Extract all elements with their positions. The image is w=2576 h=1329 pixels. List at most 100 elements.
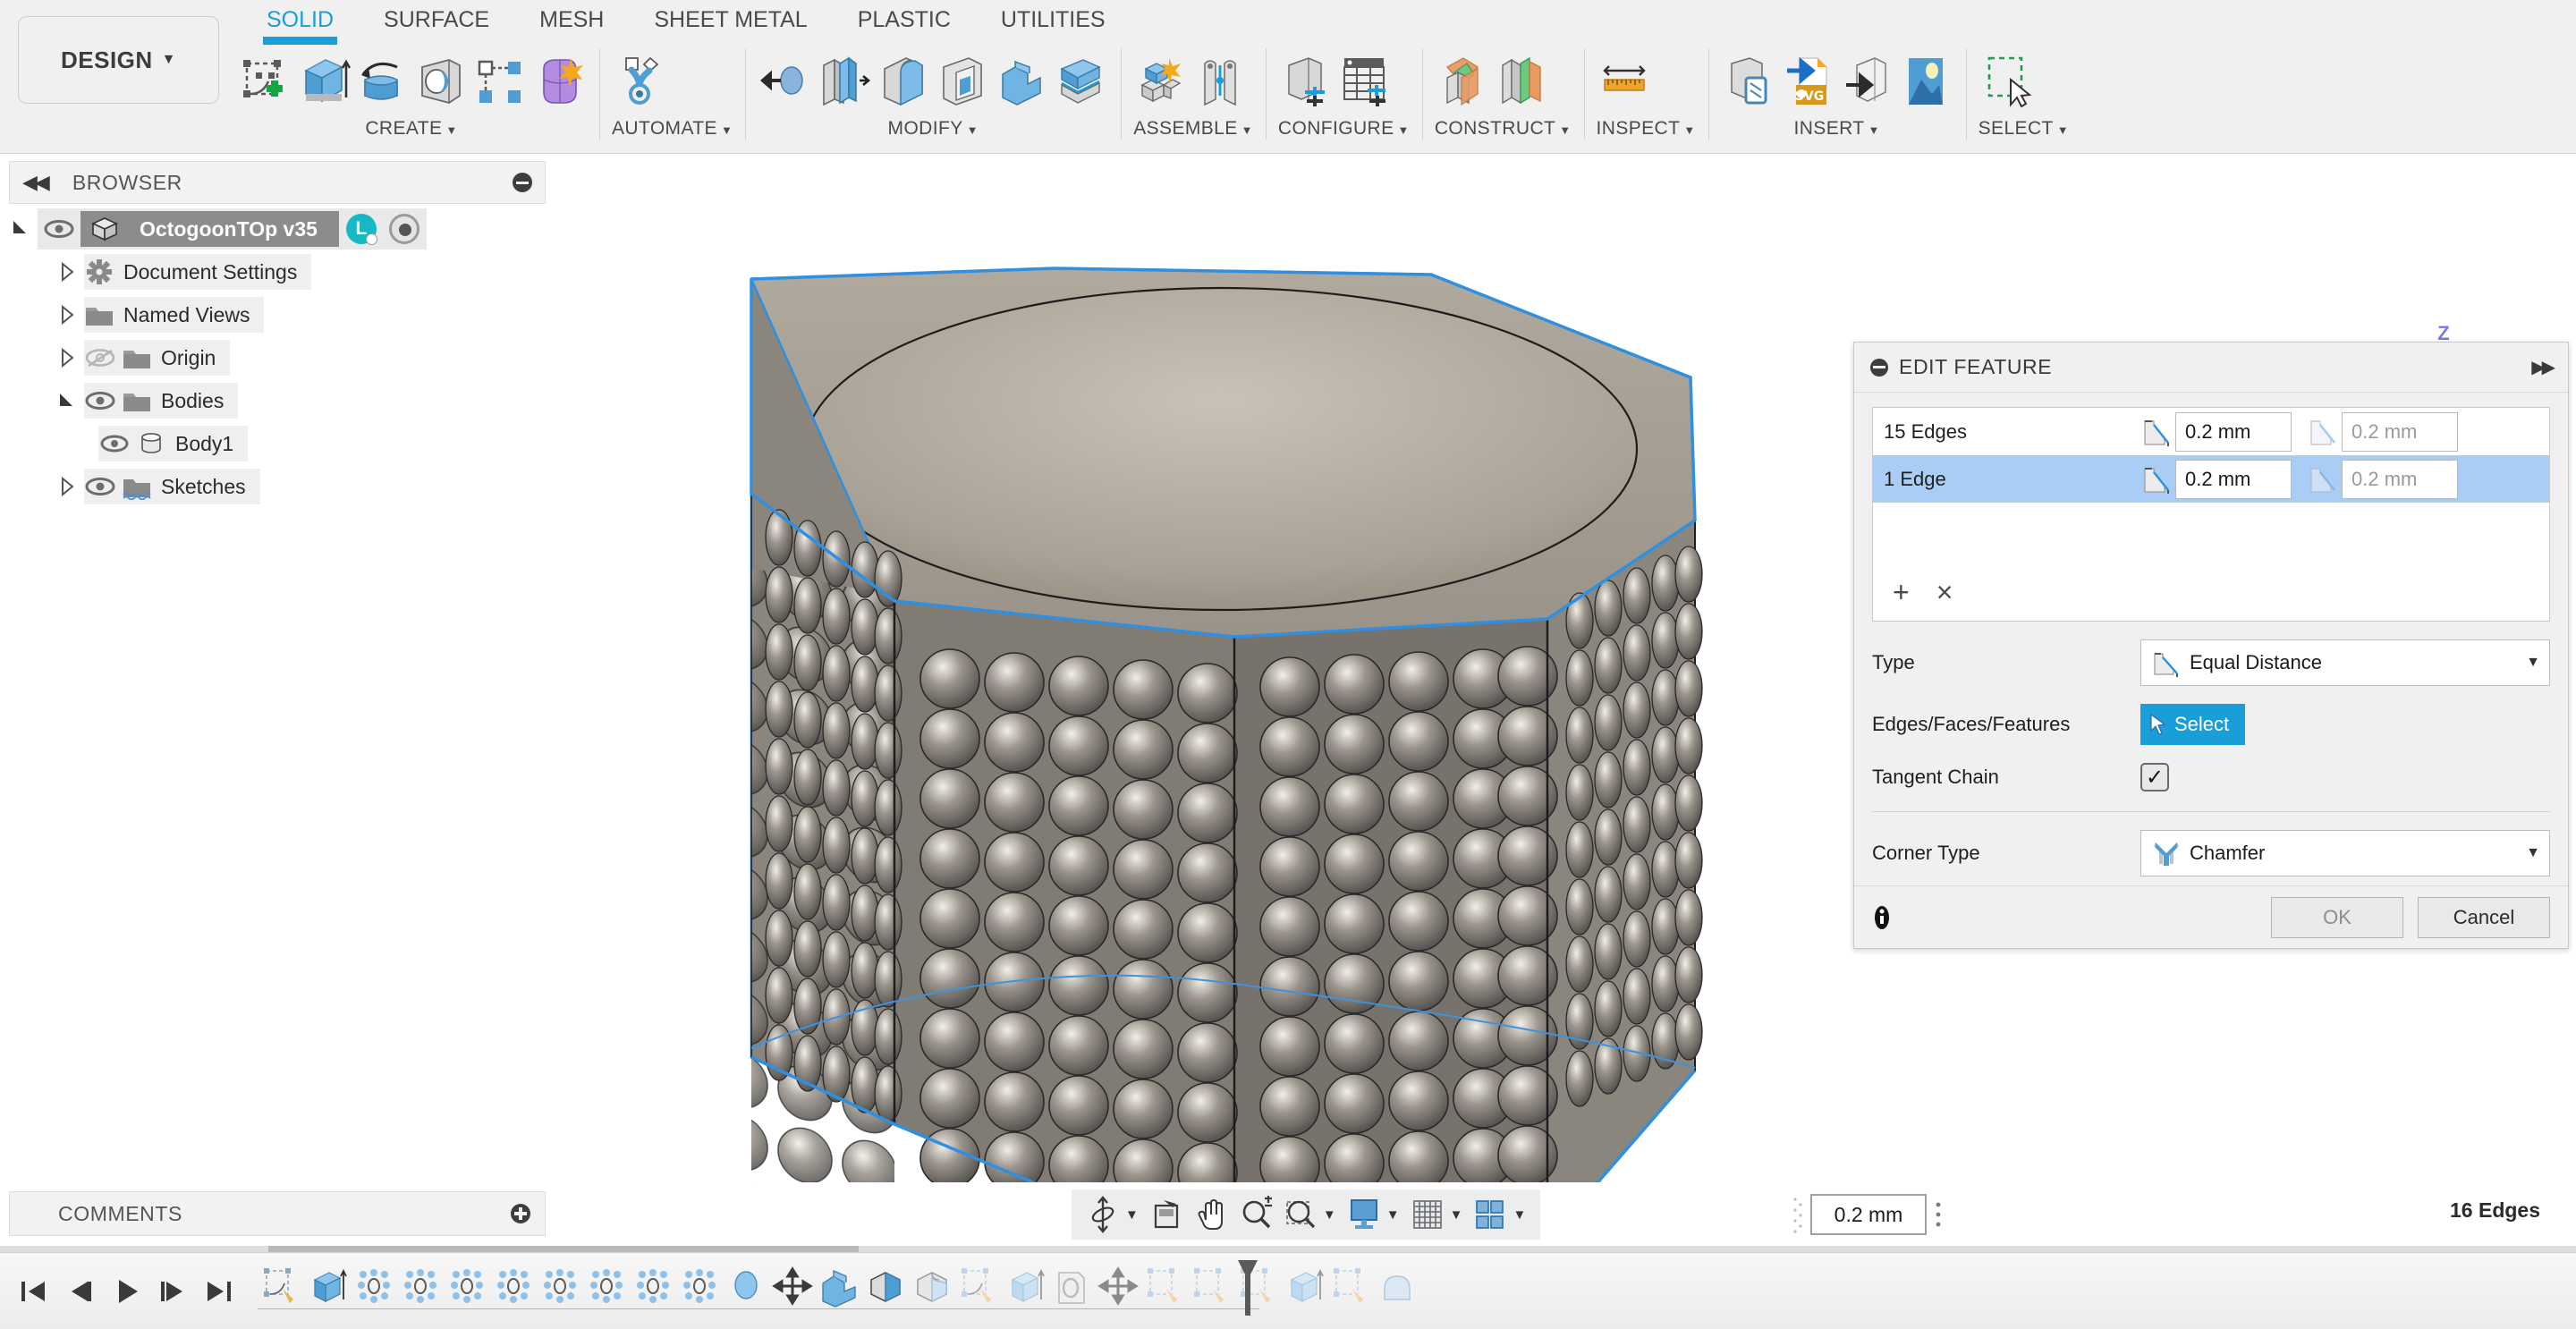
timeline-item-pattern[interactable]: [537, 1264, 583, 1310]
chamfer-distance2-input[interactable]: 0.2 mm: [2342, 412, 2458, 452]
zoom-icon[interactable]: [1235, 1195, 1276, 1234]
timeline-item-pattern[interactable]: [490, 1264, 537, 1310]
timeline-item-move[interactable]: [769, 1264, 816, 1310]
plane-at-angle-icon[interactable]: [1494, 51, 1549, 114]
tree-item-component[interactable]: OctogoonTOp v35 L: [9, 207, 546, 250]
configuration-table-icon[interactable]: [1337, 51, 1393, 114]
visibility-eye-hidden-icon[interactable]: [84, 346, 116, 369]
chevron-down-icon[interactable]: ▼: [1386, 1207, 1400, 1223]
orbit-icon[interactable]: [1082, 1195, 1123, 1234]
add-comment-icon[interactable]: [511, 1204, 530, 1223]
collapse-left-icon[interactable]: ◀◀: [22, 171, 47, 194]
chamfer-distance-input[interactable]: 0.2 mm: [2175, 460, 2292, 499]
timeline-item-sketch[interactable]: [1327, 1264, 1374, 1310]
timeline-item-pattern[interactable]: [397, 1264, 444, 1310]
chamfer-distance2-input[interactable]: 0.2 mm: [2342, 460, 2458, 499]
remove-edge-set-button[interactable]: ×: [1936, 578, 1953, 606]
timeline-item-combine[interactable]: [816, 1264, 862, 1310]
tree-item-document-settings[interactable]: Document Settings: [9, 250, 546, 293]
go-to-beginning-icon[interactable]: [16, 1274, 50, 1308]
chevron-down-icon[interactable]: ▼: [1125, 1207, 1139, 1223]
visibility-eye-icon[interactable]: [98, 432, 131, 455]
rib-icon[interactable]: [472, 51, 528, 114]
configuration-icon[interactable]: [1278, 51, 1334, 114]
insert-derive-icon[interactable]: [1721, 51, 1776, 114]
play-icon[interactable]: [109, 1274, 143, 1308]
chevron-down-icon[interactable]: ▼: [1450, 1207, 1463, 1223]
timeline-item-pattern[interactable]: [583, 1264, 630, 1310]
twisty-expanded-icon[interactable]: [9, 217, 32, 241]
sweep-icon[interactable]: [413, 51, 469, 114]
new-component-icon[interactable]: [1133, 51, 1189, 114]
step-back-icon[interactable]: [63, 1274, 97, 1308]
tree-item-origin[interactable]: Origin: [9, 336, 546, 379]
tree-item-named-views[interactable]: Named Views: [9, 293, 546, 336]
comments-panel[interactable]: COMMENTS: [9, 1191, 546, 1236]
zoom-window-icon[interactable]: [1280, 1195, 1321, 1234]
timeline-item-pattern[interactable]: [676, 1264, 723, 1310]
timeline-marker[interactable]: [1234, 1258, 1261, 1317]
offset-plane-icon[interactable]: [1435, 51, 1490, 114]
chevron-down-icon[interactable]: ▼: [1513, 1207, 1526, 1223]
revolve-icon[interactable]: [354, 51, 410, 114]
select-button[interactable]: Select: [2140, 704, 2245, 745]
fillet-icon[interactable]: [876, 51, 931, 114]
timeline-track[interactable]: [258, 1253, 2576, 1329]
timeline-item-extrude[interactable]: [1281, 1264, 1327, 1310]
visibility-eye-icon[interactable]: [84, 475, 116, 498]
visibility-eye-icon[interactable]: [43, 217, 75, 241]
minimize-icon[interactable]: [513, 173, 532, 192]
combine-icon[interactable]: [994, 51, 1049, 114]
display-settings-icon[interactable]: [1343, 1195, 1385, 1234]
timeline-item-sketch[interactable]: [258, 1264, 304, 1310]
info-icon[interactable]: [1872, 904, 1892, 931]
split-face-icon[interactable]: [1053, 51, 1108, 114]
expand-right-icon[interactable]: ▶▶: [2531, 356, 2552, 378]
offset-face-icon[interactable]: [817, 51, 872, 114]
timeline-item-extrude[interactable]: [1002, 1264, 1048, 1310]
corner-type-select[interactable]: Chamfer ▼: [2140, 830, 2550, 876]
twisty-collapsed-icon[interactable]: [55, 346, 79, 369]
add-edge-set-button[interactable]: +: [1893, 578, 1910, 606]
twisty-collapsed-icon[interactable]: [55, 260, 79, 284]
go-to-end-icon[interactable]: [202, 1274, 236, 1308]
twisty-collapsed-icon[interactable]: [55, 303, 79, 326]
drag-grip-icon[interactable]: [1791, 1192, 1805, 1237]
joint-icon[interactable]: [1192, 51, 1248, 114]
timeline-item-fillet[interactable]: [1374, 1264, 1420, 1310]
select-window-icon[interactable]: [1979, 51, 2034, 114]
timeline-item-fillet[interactable]: [909, 1264, 955, 1310]
activate-component-radio[interactable]: [389, 214, 419, 244]
form-icon[interactable]: [531, 51, 587, 114]
decal-icon[interactable]: [1898, 51, 1953, 114]
tree-item-bodies[interactable]: Bodies: [9, 379, 546, 422]
tree-item-sketches[interactable]: Sketches: [9, 465, 546, 508]
timeline-item-sketch[interactable]: [1188, 1264, 1234, 1310]
create-sketch-icon[interactable]: [236, 51, 292, 114]
cancel-button[interactable]: Cancel: [2418, 897, 2550, 938]
tree-item-body1[interactable]: Body1: [9, 422, 546, 465]
look-at-icon[interactable]: [1146, 1195, 1187, 1234]
more-options-icon[interactable]: [1932, 1195, 1945, 1234]
pan-icon[interactable]: [1191, 1195, 1232, 1234]
timeline-item-revolve[interactable]: [723, 1264, 769, 1310]
timeline-item-sketch[interactable]: [1141, 1264, 1188, 1310]
shell-icon[interactable]: [935, 51, 990, 114]
automated-modeling-icon[interactable]: [612, 51, 667, 114]
grid-settings-icon[interactable]: [1407, 1195, 1448, 1234]
inline-value-input[interactable]: 0.2 mm: [1810, 1194, 1927, 1235]
timeline-item-extrude[interactable]: [304, 1264, 351, 1310]
ok-button[interactable]: OK: [2271, 897, 2403, 938]
type-select[interactable]: Equal Distance ▼: [2140, 639, 2550, 686]
linked-badge[interactable]: L: [346, 214, 377, 244]
timeline-item-chamfer[interactable]: [862, 1264, 909, 1310]
tangent-chain-checkbox[interactable]: ✓: [2140, 763, 2169, 791]
twisty-expanded-icon[interactable]: [55, 389, 79, 412]
timeline-item-pattern[interactable]: [630, 1264, 676, 1310]
measure-icon[interactable]: [1597, 51, 1652, 114]
extrude-icon[interactable]: [295, 51, 351, 114]
timeline-item-sketch[interactable]: [955, 1264, 1002, 1310]
visibility-eye-icon[interactable]: [84, 389, 116, 412]
timeline-item-pattern[interactable]: [351, 1264, 397, 1310]
timeline-item-hole[interactable]: [1048, 1264, 1095, 1310]
